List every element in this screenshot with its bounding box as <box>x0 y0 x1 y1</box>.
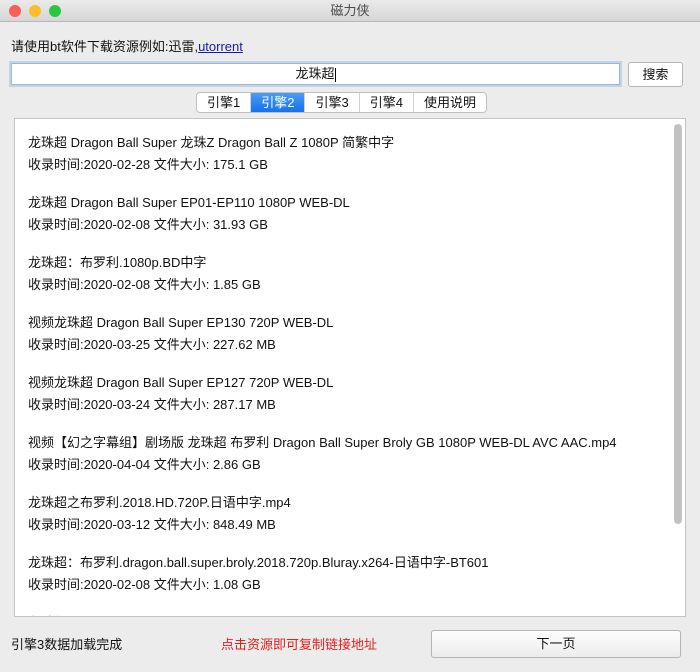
result-title: 龙珠超 Dragon Ball Super 龙珠Z Dragon Ball Z … <box>28 135 395 150</box>
engine-tabs: 引擎1 引擎2 引擎3 引擎4 使用说明 <box>196 92 487 113</box>
result-item[interactable]: 龙珠超 Dragon Ball Super EP01-EP131 1080P W… <box>15 599 685 616</box>
result-meta: 收录时间:2020-02-28 文件大小: 175.1 GB <box>28 157 268 172</box>
result-title: 龙珠超：布罗利.1080p.BD中字 <box>28 255 207 270</box>
result-meta: 收录时间:2020-03-12 文件大小: 848.49 MB <box>28 517 276 532</box>
result-item[interactable]: 龙珠超 Dragon Ball Super 龙珠Z Dragon Ball Z … <box>15 119 685 179</box>
result-title: 视频龙珠超 Dragon Ball Super EP127 720P WEB-D… <box>28 375 334 390</box>
zoom-window-button[interactable] <box>49 5 61 17</box>
result-item[interactable]: 视频龙珠超 Dragon Ball Super EP130 720P WEB-D… <box>15 299 685 359</box>
tab-engine-1[interactable]: 引擎1 <box>197 93 252 112</box>
search-button[interactable]: 搜索 <box>628 62 683 87</box>
window-title: 磁力侠 <box>330 3 370 18</box>
result-title: 视频龙珠超 Dragon Ball Super EP130 720P WEB-D… <box>28 315 334 330</box>
result-meta: 收录时间:2020-03-25 文件大小: 227.62 MB <box>28 337 276 352</box>
result-meta: 收录时间:2020-04-04 文件大小: 2.86 GB <box>28 457 261 472</box>
tab-instructions[interactable]: 使用说明 <box>414 93 486 112</box>
result-item[interactable]: 龙珠超：布罗利.1080p.BD中字收录时间:2020-02-08 文件大小: … <box>15 239 685 299</box>
results-list: 龙珠超 Dragon Ball Super 龙珠Z Dragon Ball Z … <box>14 118 686 617</box>
close-window-button[interactable] <box>9 5 21 17</box>
result-title: 龙珠超 Dragon Ball Super EP01-EP110 1080P W… <box>28 195 350 210</box>
tab-engine-3[interactable]: 引擎3 <box>305 93 360 112</box>
next-page-button[interactable]: 下一页 <box>431 630 681 658</box>
result-title: 龙珠超 Dragon Ball Super EP01-EP131 1080P W… <box>28 612 685 616</box>
result-item[interactable]: 龙珠超 Dragon Ball Super EP01-EP110 1080P W… <box>15 179 685 239</box>
search-value: 龙珠超 <box>295 66 335 81</box>
text-caret <box>334 67 336 82</box>
hint-text: 请使用bt软件下载资源例如:迅雷,utorrent <box>11 36 243 55</box>
search-input[interactable]: 龙珠超 <box>11 63 620 85</box>
result-meta: 收录时间:2020-02-08 文件大小: 1.08 GB <box>28 577 261 592</box>
result-item[interactable]: 视频【幻之字幕组】剧场版 龙珠超 布罗利 Dragon Ball Super B… <box>15 419 685 479</box>
result-title: 视频【幻之字幕组】剧场版 龙珠超 布罗利 Dragon Ball Super B… <box>28 435 617 450</box>
utorrent-link[interactable]: utorrent <box>198 39 243 54</box>
status-text: 引擎3数据加载完成 <box>11 637 123 652</box>
scrollbar[interactable] <box>674 124 682 524</box>
copy-tip: 点击资源即可复制链接地址 <box>221 637 378 652</box>
result-item[interactable]: 视频龙珠超 Dragon Ball Super EP127 720P WEB-D… <box>15 359 685 419</box>
result-meta: 收录时间:2020-02-08 文件大小: 31.93 GB <box>28 217 268 232</box>
minimize-window-button[interactable] <box>29 5 41 17</box>
result-title: 龙珠超之布罗利.2018.HD.720P.日语中字.mp4 <box>28 495 291 510</box>
result-item[interactable]: 龙珠超：布罗利.dragon.ball.super.broly.2018.720… <box>15 539 685 599</box>
title-bar: 磁力侠 <box>0 0 700 22</box>
tab-engine-2[interactable]: 引擎2 <box>251 93 306 112</box>
result-meta: 收录时间:2020-02-08 文件大小: 1.85 GB <box>28 277 261 292</box>
result-item[interactable]: 龙珠超之布罗利.2018.HD.720P.日语中字.mp4 收录时间:2020-0… <box>15 479 685 539</box>
result-meta: 收录时间:2020-03-24 文件大小: 287.17 MB <box>28 397 276 412</box>
hint-label: 请使用bt软件下载资源例如:迅雷, <box>11 39 199 54</box>
tab-engine-4[interactable]: 引擎4 <box>360 93 414 112</box>
result-title: 龙珠超：布罗利.dragon.ball.super.broly.2018.720… <box>28 555 489 570</box>
